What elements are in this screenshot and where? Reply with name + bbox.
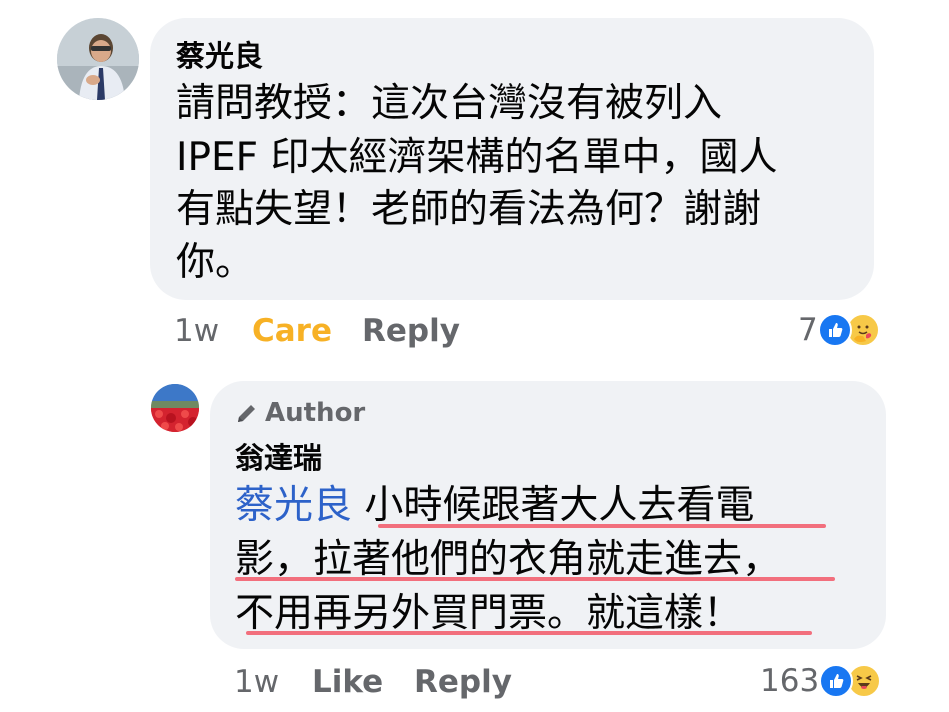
comment-text-line: 你。	[176, 240, 255, 285]
reaction-count: 163	[760, 663, 820, 699]
reaction-summary[interactable]: 7	[798, 312, 880, 348]
comment-author-name[interactable]: 蔡光良	[176, 38, 263, 74]
reaction-count: 7	[798, 312, 818, 348]
comment-text-line: 請問教授：這次台灣沒有被列入	[176, 81, 723, 126]
reply-text-line: 蔡光良 小時候跟著大人去看電	[235, 482, 754, 530]
pencil-icon	[238, 405, 255, 422]
commenter-avatar[interactable]	[57, 18, 139, 100]
comment-text-line: IPEF 印太經濟架構的名單中，國人	[176, 135, 778, 180]
comment-timestamp[interactable]: 1w	[174, 313, 219, 349]
highlight-underline	[378, 524, 826, 528]
reply-button[interactable]: Reply	[414, 664, 512, 700]
mention-link[interactable]: 蔡光良	[235, 483, 352, 528]
like-button[interactable]: Like	[312, 664, 383, 700]
reply-text-segment: 小時候跟著大人去看電	[364, 483, 755, 528]
highlight-underline	[235, 577, 835, 581]
reply-author-name[interactable]: 翁達瑞	[235, 440, 322, 476]
comment-text-line: 有點失望！老師的看法為何？謝謝	[176, 187, 762, 232]
care-reaction-button[interactable]: Care	[252, 313, 332, 349]
reaction-summary[interactable]: 163	[760, 663, 882, 699]
reply-button[interactable]: Reply	[362, 313, 460, 349]
author-avatar[interactable]	[151, 384, 199, 432]
author-badge: Author	[235, 398, 365, 428]
like-icon	[817, 313, 852, 347]
highlight-underline	[246, 631, 812, 635]
author-badge-label: Author	[265, 398, 366, 428]
reply-timestamp[interactable]: 1w	[234, 664, 279, 700]
like-icon	[819, 664, 854, 698]
